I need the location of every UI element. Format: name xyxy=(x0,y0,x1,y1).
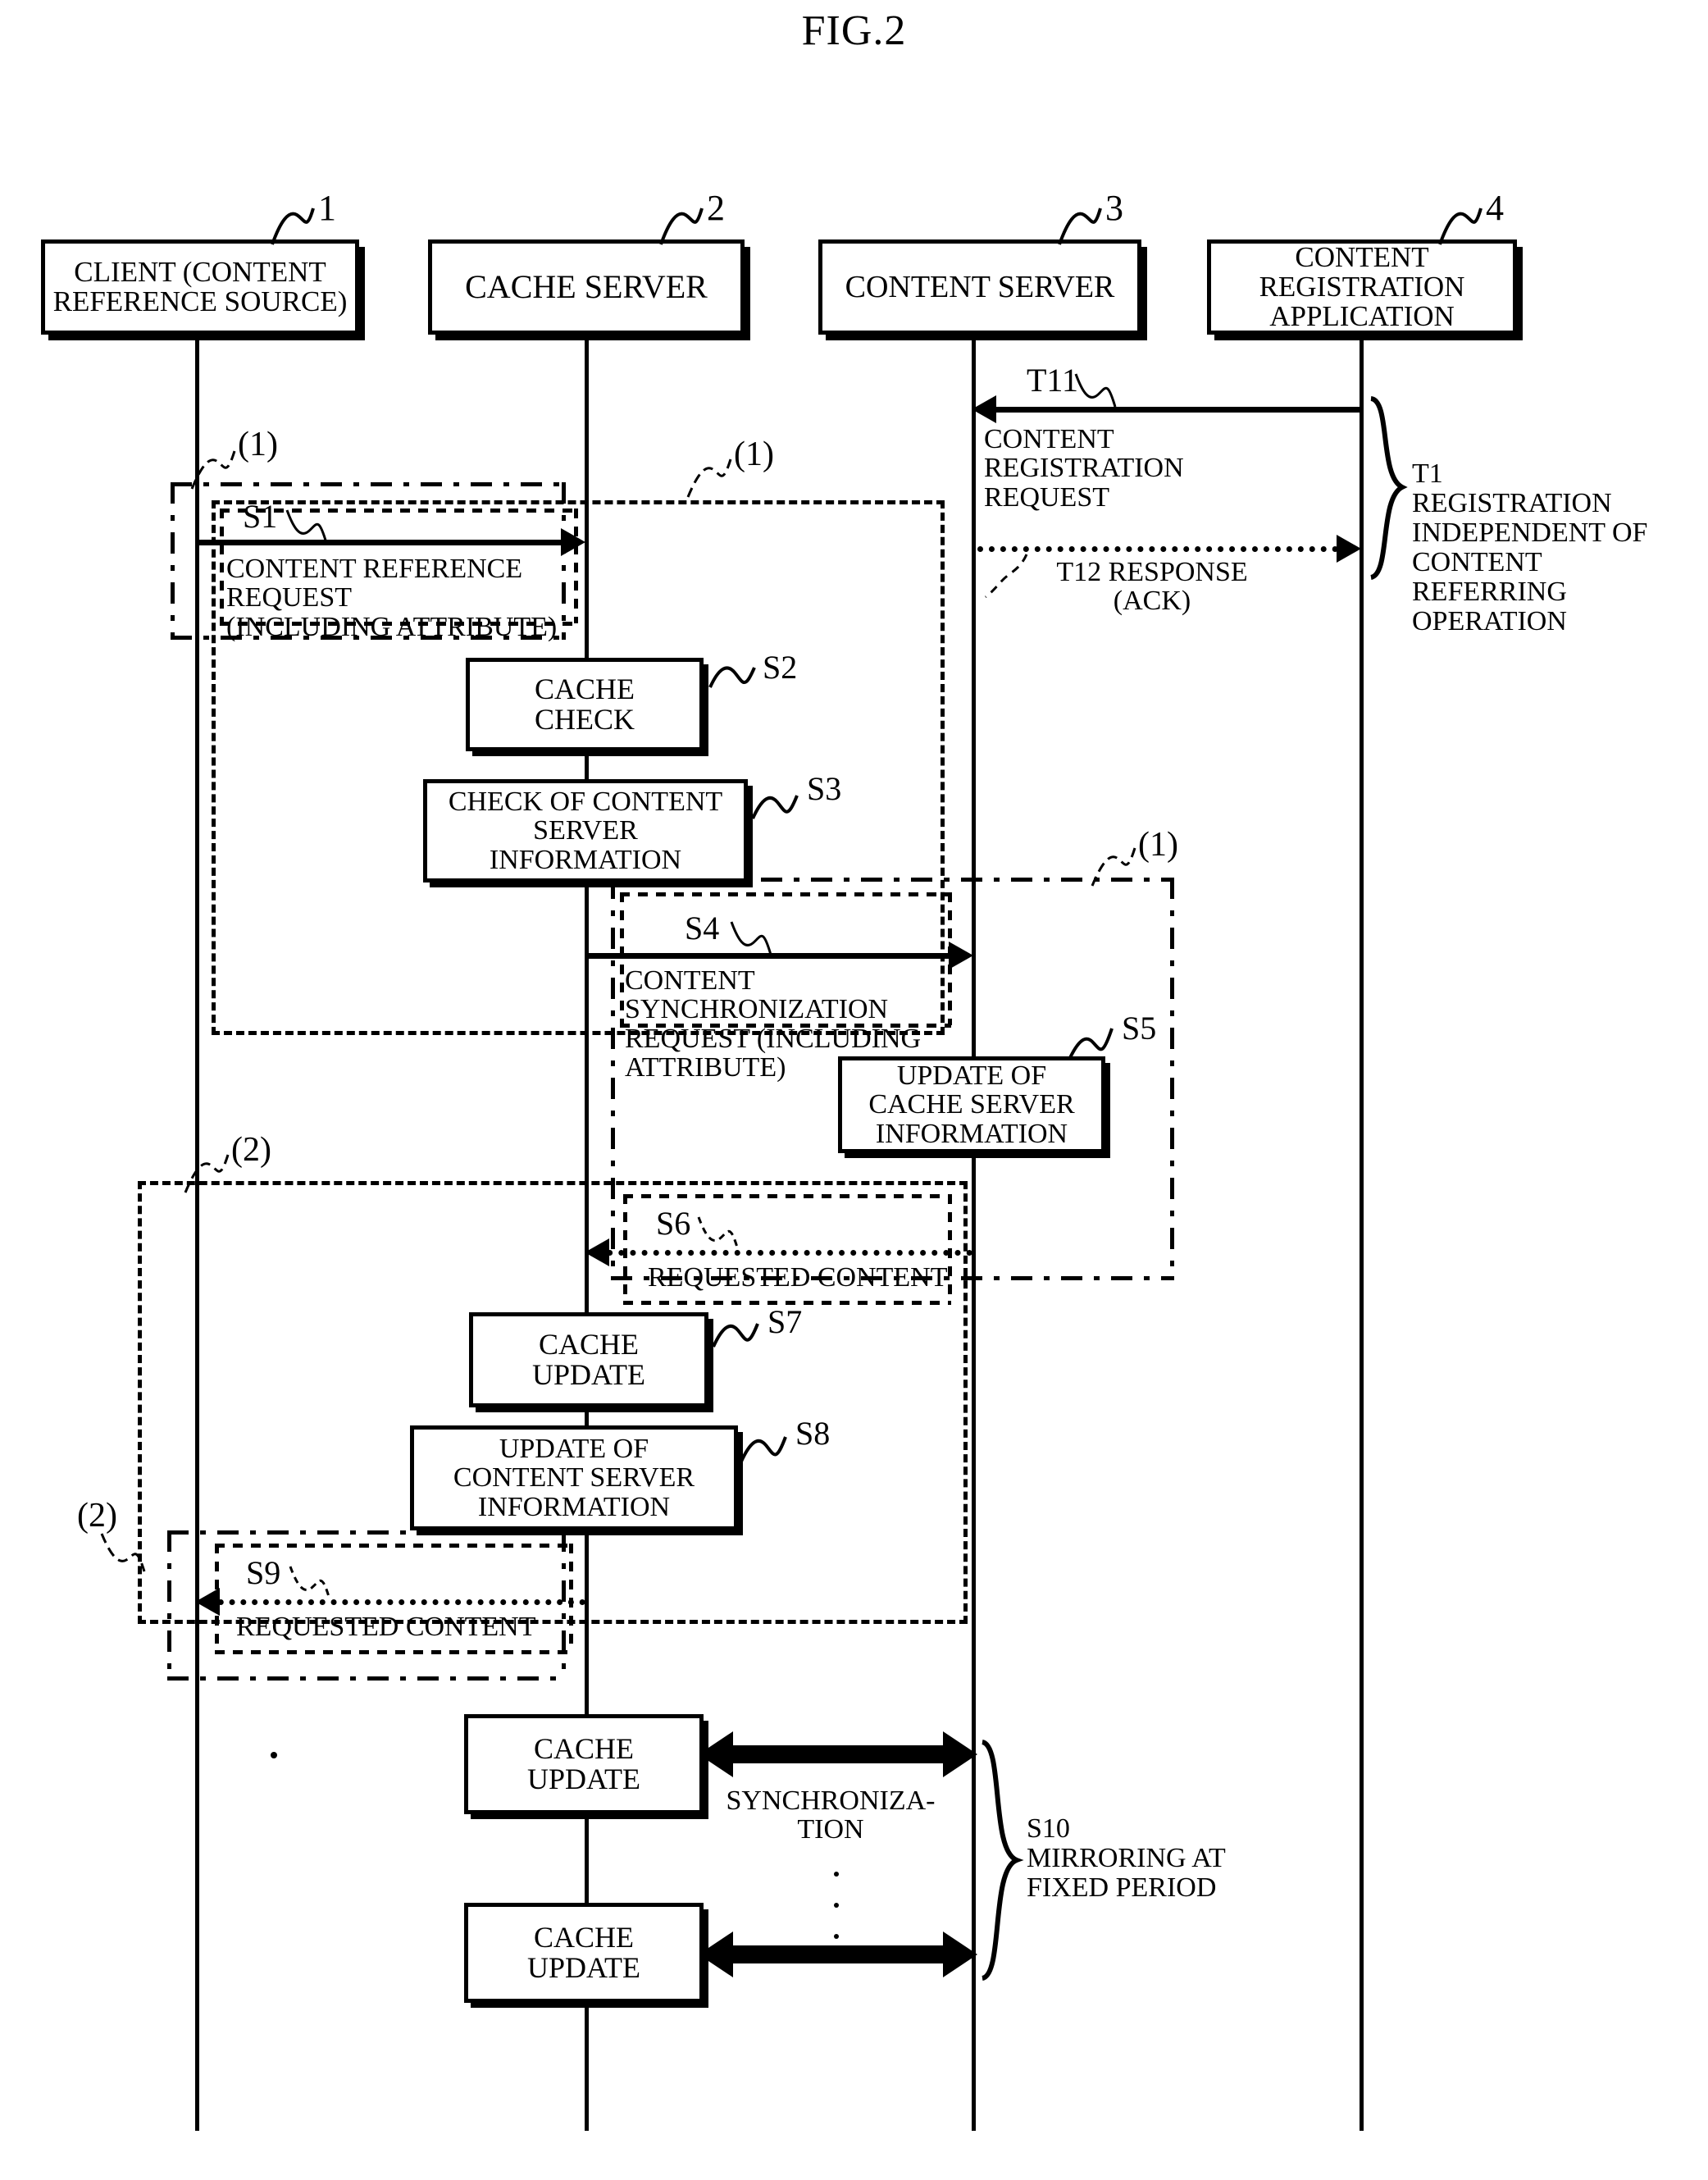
patent-figure-page: FIG.2 CLIENT (CONTENT REFERENCE SOURCE) … xyxy=(0,0,1708,2180)
annotation-t1: T1 REGISTRATION INDEPENDENT OF CONTENT R… xyxy=(1412,458,1648,637)
process-label-cache-update-first: CACHE UPDATE xyxy=(526,1731,640,1795)
group-box-1a-top xyxy=(171,482,566,486)
step-id-s1: S1 xyxy=(243,498,278,535)
arrow-t11-line xyxy=(980,407,1361,413)
s9-inner-box-right xyxy=(569,1544,573,1652)
group-box-2b-right xyxy=(562,1530,566,1680)
process-label-s2: CACHE CHECK xyxy=(534,672,635,736)
s9-inner-box-top xyxy=(215,1544,572,1548)
arrow-sync-first-head-left xyxy=(699,1731,733,1777)
vertical-ellipsis-dot-1 xyxy=(834,1872,839,1877)
process-box-s7: CACHE UPDATE xyxy=(469,1312,708,1407)
step-id-t11: T11 xyxy=(1027,362,1078,399)
leader-line-group-1b xyxy=(686,458,732,498)
s6-inner-box-left xyxy=(623,1194,627,1302)
process-box-s8: UPDATE OF CONTENT SERVER INFORMATION xyxy=(410,1425,738,1530)
actor-label-cache-server: CACHE SERVER xyxy=(465,267,708,305)
actor-label-content-server: CONTENT SERVER xyxy=(845,269,1115,304)
arrow-s9-line xyxy=(207,1599,585,1605)
group-box-2b-top xyxy=(167,1530,566,1535)
print-artifact-dot xyxy=(271,1752,277,1758)
leader-line-1 xyxy=(271,208,315,245)
figure-title: FIG.2 xyxy=(801,7,907,54)
arrow-s4-line xyxy=(586,953,952,959)
message-label-t11: CONTENT REGISTRATION REQUEST xyxy=(984,424,1184,513)
arrow-s6-line xyxy=(595,1250,972,1256)
message-label-s9: REQUESTED CONTENT xyxy=(236,1612,536,1642)
vertical-ellipsis-dot-2 xyxy=(834,1903,839,1908)
process-box-s5: UPDATE OF CACHE SERVER INFORMATION xyxy=(838,1056,1105,1153)
process-box-cache-update-first: CACHE UPDATE xyxy=(464,1714,704,1814)
arrow-t11-head xyxy=(972,395,996,423)
step-id-s2: S2 xyxy=(763,649,798,686)
arrow-sync-second-head-left xyxy=(699,1931,733,1977)
message-label-t12: T12 RESPONSE (ACK) xyxy=(1056,557,1248,617)
step-id-s3: S3 xyxy=(807,770,842,807)
annotation-s10: S10 MIRRORING AT FIXED PERIOD xyxy=(1027,1813,1226,1904)
step-id-s7: S7 xyxy=(767,1303,803,1340)
step-id-s6: S6 xyxy=(656,1205,691,1242)
arrow-s4-head xyxy=(949,942,973,969)
s6-inner-box-top xyxy=(623,1194,951,1198)
process-box-s2: CACHE CHECK xyxy=(466,658,704,751)
actor-box-cache-server: CACHE SERVER xyxy=(428,239,745,335)
arrow-s1-line xyxy=(197,540,564,545)
leader-line-4 xyxy=(1438,208,1483,245)
actor-box-content-server: CONTENT SERVER xyxy=(818,239,1141,335)
s9-inner-box-bottom xyxy=(215,1650,572,1654)
arrow-sync-first-head-right xyxy=(943,1731,977,1777)
s1-inner-box-left xyxy=(220,509,224,623)
s4-inner-box-top xyxy=(620,892,951,896)
group-box-2b-bottom xyxy=(167,1676,566,1681)
message-label-s1: CONTENT REFERENCE REQUEST (INCLUDING ATT… xyxy=(226,554,558,642)
process-label-s7: CACHE UPDATE xyxy=(531,1327,645,1391)
arrow-sync-second-head-right xyxy=(943,1931,977,1977)
brace-t1 xyxy=(1369,396,1408,580)
leader-line-3 xyxy=(1058,208,1102,245)
process-label-s8: UPDATE OF CONTENT SERVER INFORMATION xyxy=(453,1433,695,1522)
vertical-ellipsis-dot-3 xyxy=(834,1934,839,1939)
message-label-s6: REQUESTED CONTENT xyxy=(648,1262,948,1293)
group-box-2b-left xyxy=(167,1530,171,1680)
group-label-2b: (2) xyxy=(77,1497,117,1535)
process-label-s5: UPDATE OF CACHE SERVER INFORMATION xyxy=(868,1060,1075,1149)
lifeline-registration-application xyxy=(1360,335,1364,2131)
arrow-t12-head xyxy=(1337,535,1361,563)
annotation-synchronization: SYNCHRONIZA- TION xyxy=(726,1786,936,1845)
arrow-s1-head xyxy=(561,528,585,556)
group-box-1a-left xyxy=(171,482,175,640)
arrow-s9-head xyxy=(195,1588,220,1616)
actor-label-registration-application: CONTENT REGISTRATION APPLICATION xyxy=(1259,241,1465,332)
process-label-s3: CHECK OF CONTENT SERVER INFORMATION xyxy=(448,786,723,875)
step-id-s8: S8 xyxy=(795,1415,831,1452)
actor-box-registration-application: CONTENT REGISTRATION APPLICATION xyxy=(1207,239,1517,335)
arrow-t12-line xyxy=(977,546,1338,552)
actor-label-client: CLIENT (CONTENT REFERENCE SOURCE) xyxy=(52,256,348,317)
process-box-cache-update-second: CACHE UPDATE xyxy=(464,1903,704,2003)
arrow-s6-head xyxy=(585,1238,609,1266)
brace-s10 xyxy=(981,1740,1024,1981)
s4-inner-box-left xyxy=(620,892,624,1025)
step-id-s9: S9 xyxy=(246,1554,281,1591)
group-box-1c-right xyxy=(1170,878,1174,1279)
arrow-sync-second-line xyxy=(722,1945,956,1963)
arrow-sync-first-line xyxy=(722,1745,956,1763)
actor-box-client: CLIENT (CONTENT REFERENCE SOURCE) xyxy=(41,239,359,335)
step-id-s4: S4 xyxy=(685,910,720,946)
leader-line-2 xyxy=(659,208,704,245)
process-label-cache-update-second: CACHE UPDATE xyxy=(526,1920,640,1984)
process-box-s3: CHECK OF CONTENT SERVER INFORMATION xyxy=(423,779,748,882)
step-id-s5: S5 xyxy=(1122,1010,1157,1047)
